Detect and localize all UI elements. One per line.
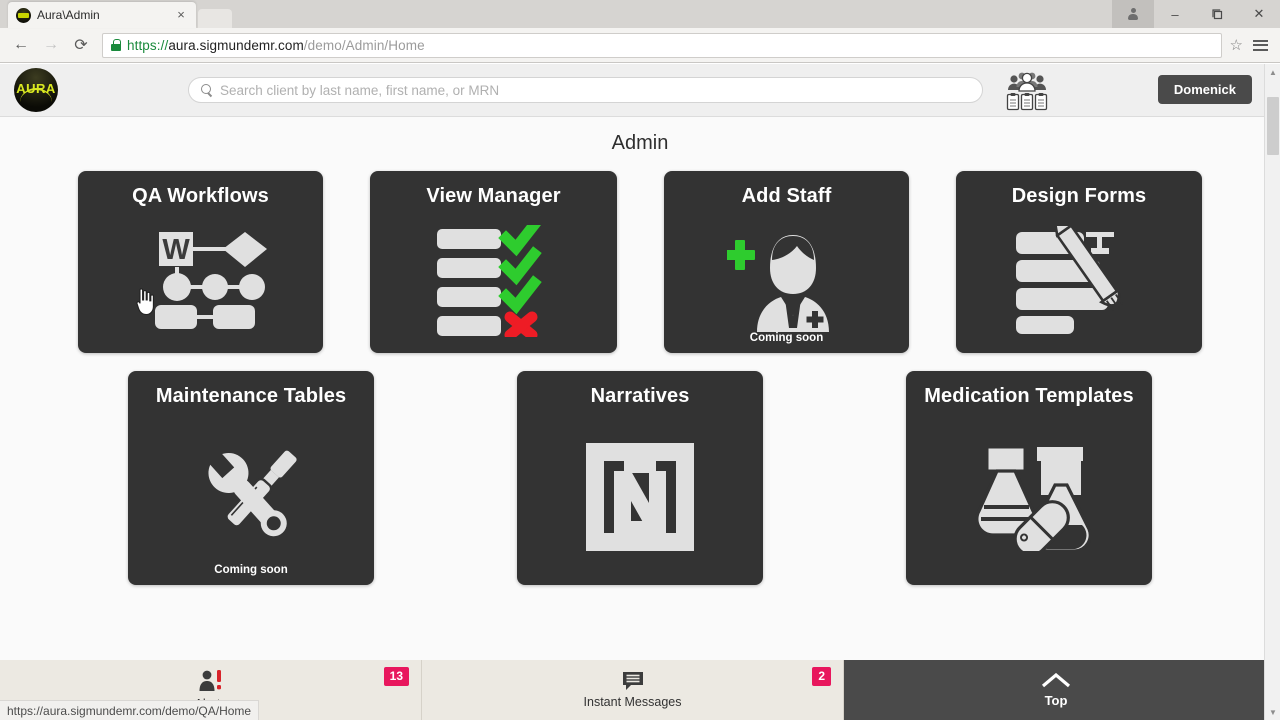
- url-path: /demo/Admin/Home: [304, 38, 425, 53]
- tile-design-forms[interactable]: Design Forms: [956, 171, 1202, 353]
- back-button[interactable]: ←: [8, 32, 34, 58]
- tile-qa-workflows[interactable]: QA Workflows W: [78, 171, 323, 353]
- address-bar[interactable]: https://aura.sigmundemr.com/demo/Admin/H…: [102, 33, 1222, 58]
- aura-logo[interactable]: AURA: [14, 68, 58, 112]
- tile-medication-templates[interactable]: Medication Templates: [906, 371, 1152, 585]
- url-scheme: https://: [127, 38, 168, 53]
- bottom-bar-messages[interactable]: Instant Messages 2: [422, 660, 844, 720]
- messages-badge: 2: [812, 667, 831, 686]
- tile-row-2: Maintenance Tables: [70, 371, 1210, 585]
- minimize-button[interactable]: –: [1154, 0, 1196, 28]
- lock-icon: [111, 39, 121, 51]
- person-alert-icon: [198, 669, 224, 693]
- tile-label: Medication Templates: [924, 384, 1133, 409]
- tab-title: Aura\Admin: [37, 8, 168, 22]
- wrench-screwdriver-icon: [187, 409, 315, 585]
- search-placeholder: Search client by last name, first name, …: [220, 83, 499, 98]
- tile-label: Maintenance Tables: [156, 384, 346, 409]
- form-paintbrush-icon: [1014, 209, 1144, 353]
- user-menu-button[interactable]: Domenick: [1158, 75, 1252, 104]
- tile-sublabel: Coming soon: [128, 564, 374, 576]
- scrollbar-thumb[interactable]: [1267, 97, 1279, 155]
- menu-icon[interactable]: [1249, 40, 1272, 51]
- maximize-button[interactable]: [1196, 0, 1238, 28]
- bottom-bar-label: Top: [1045, 693, 1068, 708]
- search-input[interactable]: Search client by last name, first name, …: [188, 77, 983, 103]
- browser-toolbar: ← → ⟳ https://aura.sigmundemr.com/demo/A…: [0, 28, 1280, 63]
- aura-favicon: [16, 8, 31, 23]
- scrollbar-track[interactable]: [1265, 80, 1280, 704]
- search-icon: [201, 84, 213, 96]
- window-controls: – ✕: [1112, 0, 1280, 28]
- forward-button[interactable]: →: [38, 32, 64, 58]
- close-window-button[interactable]: ✕: [1238, 0, 1280, 28]
- workflow-diagram-icon: W: [135, 209, 267, 353]
- tile-maintenance-tables[interactable]: Maintenance Tables: [128, 371, 374, 585]
- person-icon: [1128, 8, 1139, 20]
- tile-label: View Manager: [426, 184, 560, 209]
- url-text: https://aura.sigmundemr.com/demo/Admin/H…: [127, 38, 425, 53]
- chevron-up-icon: [1041, 673, 1071, 689]
- logo-text: AURA: [16, 82, 56, 95]
- checklist-icon: [437, 209, 551, 353]
- letter-n-icon: [584, 409, 696, 585]
- tile-view-manager[interactable]: View Manager: [370, 171, 617, 353]
- bottom-bar-top[interactable]: Top: [844, 660, 1268, 720]
- page-title: Admin: [0, 132, 1280, 155]
- svg-text:W: W: [162, 234, 190, 266]
- browser-window: Aura\Admin × – ✕ ← → ⟳ https://aura.: [0, 0, 1280, 720]
- alerts-badge: 13: [384, 667, 409, 686]
- close-icon[interactable]: ×: [174, 8, 188, 22]
- staff-clipboards-icon[interactable]: [1004, 70, 1050, 114]
- scroll-down-arrow-icon[interactable]: ▼: [1265, 704, 1280, 720]
- tile-narratives[interactable]: Narratives: [517, 371, 763, 585]
- page-scrollbar[interactable]: ▲ ▼: [1264, 64, 1280, 720]
- browser-tab[interactable]: Aura\Admin ×: [8, 2, 196, 28]
- status-bar-url: https://aura.sigmundemr.com/demo/QA/Home: [0, 700, 259, 720]
- tile-add-staff[interactable]: Add Staff: [664, 171, 909, 353]
- flask-pill-icon: [967, 409, 1091, 585]
- app-header: AURA Search client by last name, first n…: [0, 64, 1280, 117]
- page-content: AURA Search client by last name, first n…: [0, 64, 1280, 720]
- scroll-up-arrow-icon[interactable]: ▲: [1265, 64, 1280, 80]
- tile-row-1: QA Workflows W: [70, 171, 1210, 353]
- url-host: aura.sigmundemr.com: [168, 38, 303, 53]
- bookmark-star-icon[interactable]: ☆: [1230, 36, 1245, 54]
- tile-grid: QA Workflows W: [0, 171, 1280, 585]
- reload-button[interactable]: ⟳: [68, 32, 94, 58]
- tab-strip: Aura\Admin × – ✕: [0, 0, 1280, 28]
- maximize-icon: [1212, 9, 1223, 20]
- tile-label: QA Workflows: [132, 184, 269, 209]
- message-icon: [622, 671, 644, 691]
- tile-label: Add Staff: [742, 184, 832, 209]
- new-tab-button[interactable]: [198, 9, 232, 28]
- tile-label: Design Forms: [1012, 184, 1147, 209]
- profile-button[interactable]: [1112, 0, 1154, 28]
- bottom-bar-label: Instant Messages: [584, 695, 682, 709]
- tile-label: Narratives: [591, 384, 690, 409]
- tile-sublabel: Coming soon: [664, 332, 909, 344]
